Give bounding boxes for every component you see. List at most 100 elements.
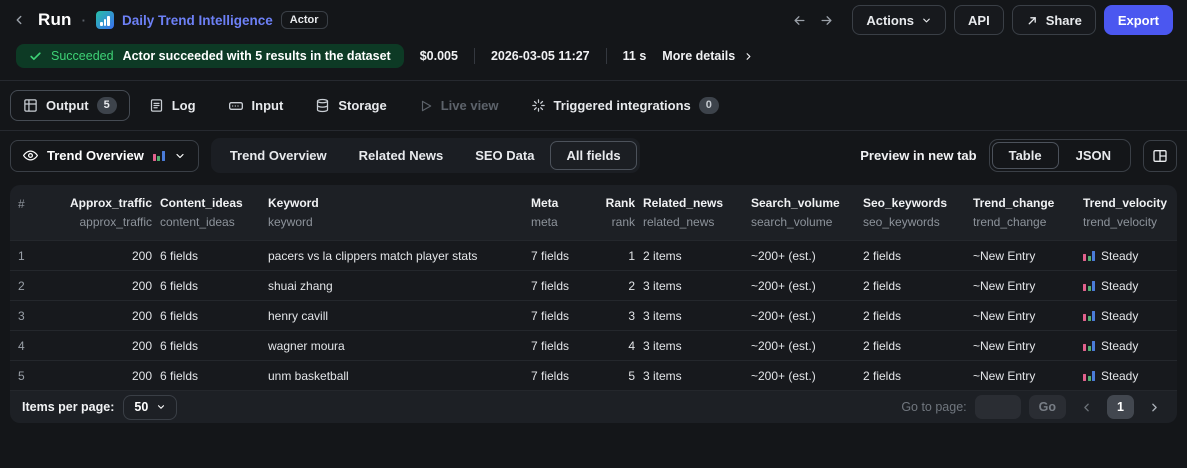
tab-log-label: Log	[171, 98, 196, 113]
cell-related-news[interactable]: 3 items	[643, 338, 682, 353]
columns-layout-icon	[1153, 149, 1167, 162]
status-label: Succeeded	[51, 49, 114, 63]
cell-keyword: henry cavill	[268, 308, 329, 323]
api-button[interactable]: API	[954, 5, 1004, 35]
view-selector-label: Trend Overview	[47, 148, 144, 163]
row-index: 4	[18, 338, 25, 353]
actions-button[interactable]: Actions	[852, 5, 947, 35]
preview-in-new-tab-link[interactable]: Preview in new tab	[860, 148, 976, 163]
cell-rank: 3	[628, 308, 635, 323]
actor-link[interactable]: Daily Trend Intelligence	[122, 13, 273, 28]
cell-content-ideas[interactable]: 6 fields	[160, 278, 199, 293]
share-button[interactable]: Share	[1011, 5, 1096, 35]
cell-content-ideas[interactable]: 6 fields	[160, 338, 199, 353]
cell-meta[interactable]: 7 fields	[531, 338, 570, 353]
cell-meta[interactable]: 7 fields	[531, 308, 570, 323]
goto-page-label: Go to page:	[901, 400, 967, 415]
cell-seo-keywords[interactable]: 2 fields	[863, 368, 902, 383]
chevron-right-icon	[746, 52, 751, 60]
tab-storage[interactable]: Storage	[302, 91, 399, 120]
bar-chart-icon	[1083, 250, 1095, 262]
share-label: Share	[1045, 12, 1082, 28]
format-json-option[interactable]: JSON	[1059, 142, 1128, 169]
api-label: API	[968, 12, 990, 28]
cell-trend-velocity: Steady	[1083, 369, 1169, 383]
table-row: 4 200 6 fields wagner moura 7 fields 4 3…	[10, 330, 1177, 361]
integrations-count-badge: 0	[698, 97, 719, 114]
cell-search-volume: ~200+ (est.)	[751, 308, 816, 323]
history-back-button[interactable]	[788, 9, 811, 32]
export-button[interactable]: Export	[1103, 5, 1173, 35]
dataset-table: # Approx_traffic approx_traffic Content_…	[10, 185, 1177, 424]
cell-seo-keywords[interactable]: 2 fields	[863, 278, 902, 293]
view-selector-dropdown[interactable]: Trend Overview	[10, 139, 199, 172]
divider	[605, 48, 607, 64]
view-tab-related-news[interactable]: Related News	[343, 141, 460, 170]
divider	[473, 48, 475, 64]
cell-approx-traffic: 200	[131, 308, 152, 323]
tab-triggered-integrations[interactable]: Triggered integrations 0	[518, 90, 732, 121]
database-icon	[315, 98, 330, 113]
current-page-button[interactable]: 1	[1107, 395, 1134, 420]
cell-related-news[interactable]: 3 items	[643, 368, 682, 383]
tab-live-view: Live view	[406, 91, 512, 120]
export-label: Export	[1117, 12, 1159, 28]
eye-icon	[23, 150, 38, 161]
cell-seo-keywords[interactable]: 2 fields	[863, 308, 902, 323]
items-per-page-select[interactable]: 50	[123, 394, 178, 420]
tab-output[interactable]: Output 5	[10, 90, 130, 121]
cell-content-ideas[interactable]: 6 fields	[160, 308, 199, 323]
cell-trend-velocity: Steady	[1083, 249, 1169, 263]
output-count-badge: 5	[96, 97, 117, 114]
cell-related-news[interactable]: 2 items	[643, 248, 682, 263]
cell-approx-traffic: 200	[131, 278, 152, 293]
run-datetime: 2026-03-05 11:27	[490, 49, 590, 63]
play-icon	[419, 99, 433, 113]
table-row: 3 200 6 fields henry cavill 7 fields 3 3…	[10, 300, 1177, 331]
column-header-approx-traffic: Approx_traffic approx_traffic	[69, 196, 152, 229]
column-header-trend-change: Trend_change trend_change	[973, 196, 1055, 229]
format-toggle: Table JSON	[988, 139, 1131, 172]
view-tab-trend-overview[interactable]: Trend Overview	[214, 141, 343, 170]
input-icon	[228, 98, 244, 114]
cell-related-news[interactable]: 3 items	[643, 308, 682, 323]
tab-input[interactable]: Input	[215, 91, 297, 121]
dataset-toolbar: Trend Overview Trend Overview Related Ne…	[0, 131, 1187, 185]
go-button[interactable]: Go	[1028, 395, 1066, 420]
format-table-option[interactable]: Table	[991, 142, 1059, 169]
table-grid-icon	[23, 98, 38, 113]
cell-search-volume: ~200+ (est.)	[751, 278, 816, 293]
goto-page-input[interactable]	[974, 395, 1021, 420]
actor-icon	[96, 11, 114, 29]
cell-content-ideas[interactable]: 6 fields	[160, 368, 199, 383]
more-details-link[interactable]: More details	[662, 49, 754, 63]
column-settings-button[interactable]	[1143, 139, 1177, 172]
view-tab-all-fields[interactable]: All fields	[550, 141, 637, 170]
cell-seo-keywords[interactable]: 2 fields	[863, 248, 902, 263]
cell-trend-change: ~New Entry	[973, 308, 1036, 323]
next-page-button[interactable]	[1142, 399, 1167, 416]
cell-approx-traffic: 200	[131, 338, 152, 353]
view-tab-seo-data[interactable]: SEO Data	[459, 141, 550, 170]
history-forward-button[interactable]	[815, 9, 838, 32]
back-button[interactable]	[8, 9, 30, 31]
tab-storage-label: Storage	[338, 98, 387, 113]
column-header-related-news: Related_news related_news	[643, 196, 724, 229]
cell-meta[interactable]: 7 fields	[531, 278, 570, 293]
cell-meta[interactable]: 7 fields	[531, 368, 570, 383]
cell-related-news[interactable]: 3 items	[643, 278, 682, 293]
status-message: Actor succeeded with 5 results in the da…	[122, 49, 391, 63]
cell-search-volume: ~200+ (est.)	[751, 368, 816, 383]
row-index: 1	[18, 248, 25, 263]
items-per-page-value: 50	[134, 400, 149, 415]
cell-seo-keywords[interactable]: 2 fields	[863, 338, 902, 353]
more-details-label: More details	[662, 49, 736, 63]
cell-trend-velocity: Steady	[1083, 279, 1169, 293]
cell-content-ideas[interactable]: 6 fields	[160, 248, 199, 263]
cell-search-volume: ~200+ (est.)	[751, 248, 816, 263]
cell-trend-change: ~New Entry	[973, 278, 1036, 293]
tab-log[interactable]: Log	[136, 91, 209, 120]
previous-page-button[interactable]	[1074, 399, 1099, 416]
cell-approx-traffic: 200	[131, 368, 152, 383]
cell-meta[interactable]: 7 fields	[531, 248, 570, 263]
